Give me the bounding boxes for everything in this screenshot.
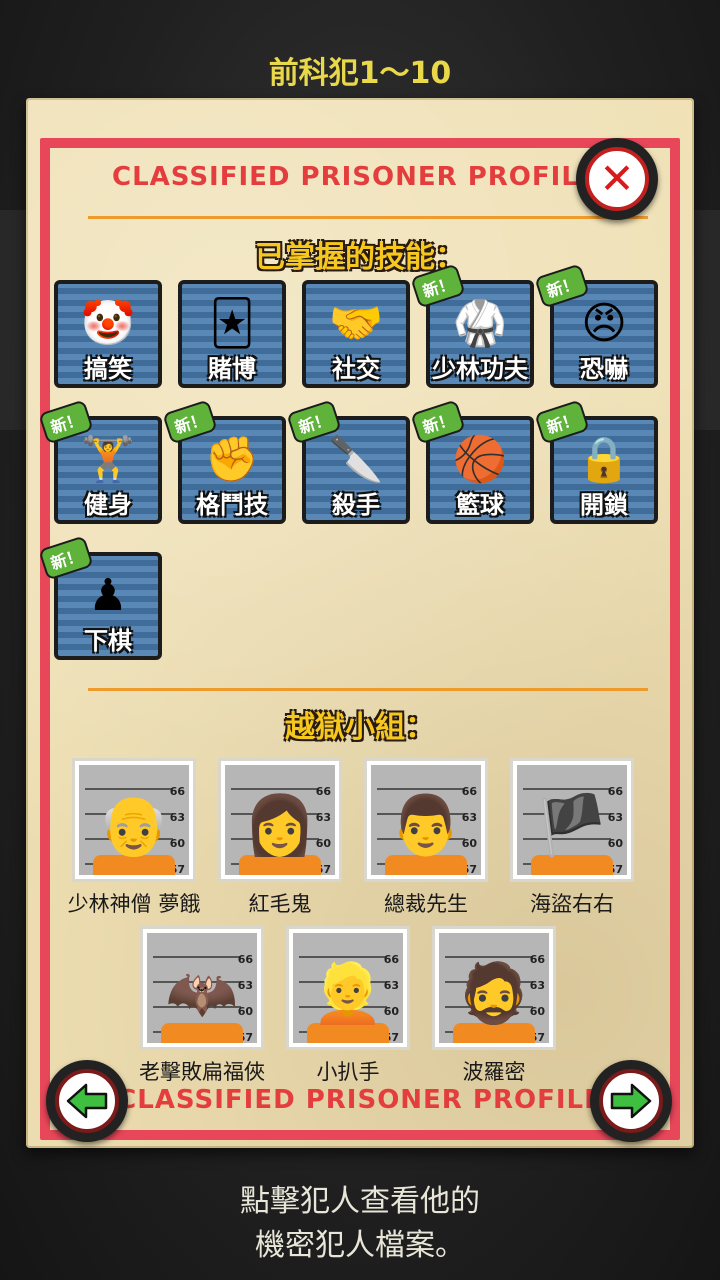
arrow-left-icon xyxy=(66,1083,108,1119)
cards-money-icon: 🃏 xyxy=(209,298,255,349)
skill-card[interactable]: 🏋 健身 新！ xyxy=(38,399,162,524)
crew-mugshot[interactable]: 66 63 60 57 👩 xyxy=(218,758,342,882)
skill-card[interactable]: 🃏 賭博 xyxy=(178,280,286,388)
hint-caption: 點擊犯人查看他的 機密犯人檔案。 xyxy=(0,1180,720,1268)
kungfu-icon: 🥋 xyxy=(452,298,508,349)
blond-kid-mugshot: 👱 xyxy=(311,959,385,1027)
skills-label: 已掌握的技能： xyxy=(255,240,465,275)
crew-name: 海盜右右 xyxy=(530,892,614,916)
crew-mugshot[interactable]: 66 63 60 57 🏴 xyxy=(510,758,634,882)
crew-name: 紅毛鬼 xyxy=(248,892,312,916)
close-icon: ✕ xyxy=(599,154,635,203)
dumbbell-icon: 🏋 xyxy=(80,434,136,485)
lock-pick-icon: 🔒 xyxy=(576,434,632,485)
bald-monk-mugshot: 👴 xyxy=(97,791,171,859)
fist-icon: ✊ xyxy=(204,434,260,485)
crew-name: 波羅密 xyxy=(462,1060,526,1084)
hint-line-2: 機密犯人檔案。 xyxy=(255,1228,465,1263)
skill-card[interactable]: ♟ 下棋 新！ xyxy=(38,535,162,660)
crew-mugshot[interactable]: 66 63 60 57 🧔 xyxy=(432,926,556,1050)
old-boss-mugshot: 👨 xyxy=(389,791,463,859)
crew-name: 小扒手 xyxy=(316,1060,380,1084)
basketball-icon: 🏀 xyxy=(452,434,508,485)
crew-mugshot[interactable]: 66 63 60 57 👴 xyxy=(72,758,196,882)
jester-icon: 🤡 xyxy=(80,298,136,349)
angry-face-icon: 😠 xyxy=(581,298,627,349)
crew-name: 老擊敗扁福俠 xyxy=(139,1060,265,1084)
crew-label: 越獄小組： xyxy=(285,710,435,745)
prev-button[interactable] xyxy=(46,1060,128,1142)
chessboard-icon: ♟ xyxy=(88,570,128,621)
profile-title-top: CLASSIFIED PRISONER PROFILE xyxy=(112,162,598,192)
crew-name: 總裁先生 xyxy=(384,892,468,916)
handshake-icon: 🤝 xyxy=(328,298,384,349)
skill-card[interactable]: 🔪 殺手 新！ xyxy=(286,399,410,524)
crew-mugshot[interactable]: 66 63 60 57 👱 xyxy=(286,926,410,1050)
close-button[interactable]: ✕ xyxy=(576,138,658,220)
next-button[interactable] xyxy=(590,1060,672,1142)
skill-card[interactable]: ✊ 格鬥技 新！ xyxy=(162,399,286,524)
skill-card[interactable]: 🤝 社交 xyxy=(302,280,410,388)
crew-name: 少林神僧 夢餓 xyxy=(67,892,201,916)
crew-mugshot[interactable]: 66 63 60 57 👨 xyxy=(364,758,488,882)
skill-card[interactable]: 🤡 搞笑 xyxy=(54,280,162,388)
skill-card[interactable]: 🥋 少林功夫 新！ xyxy=(410,263,534,388)
crew-mugshot[interactable]: 66 63 60 57 🦇 xyxy=(140,926,264,1050)
hint-line-1: 點擊犯人查看他的 xyxy=(240,1184,480,1219)
knife-hand-icon: 🔪 xyxy=(328,434,384,485)
level-title: 前科犯1～10 xyxy=(268,56,452,91)
skill-card[interactable]: 🏀 籃球 新！ xyxy=(410,399,534,524)
divider-middle xyxy=(88,688,648,691)
divider-top xyxy=(88,216,648,219)
redhead-mugshot: 👩 xyxy=(243,791,317,859)
pirate-mugshot: 🏴 xyxy=(535,791,609,859)
bat-mask-mugshot: 🦇 xyxy=(165,959,239,1027)
skill-card[interactable]: 😠 恐嚇 新！ xyxy=(534,263,658,388)
skill-card[interactable]: 🔒 開鎖 新！ xyxy=(534,399,658,524)
long-hair-mugshot: 🧔 xyxy=(457,959,531,1027)
arrow-right-icon xyxy=(610,1083,652,1119)
